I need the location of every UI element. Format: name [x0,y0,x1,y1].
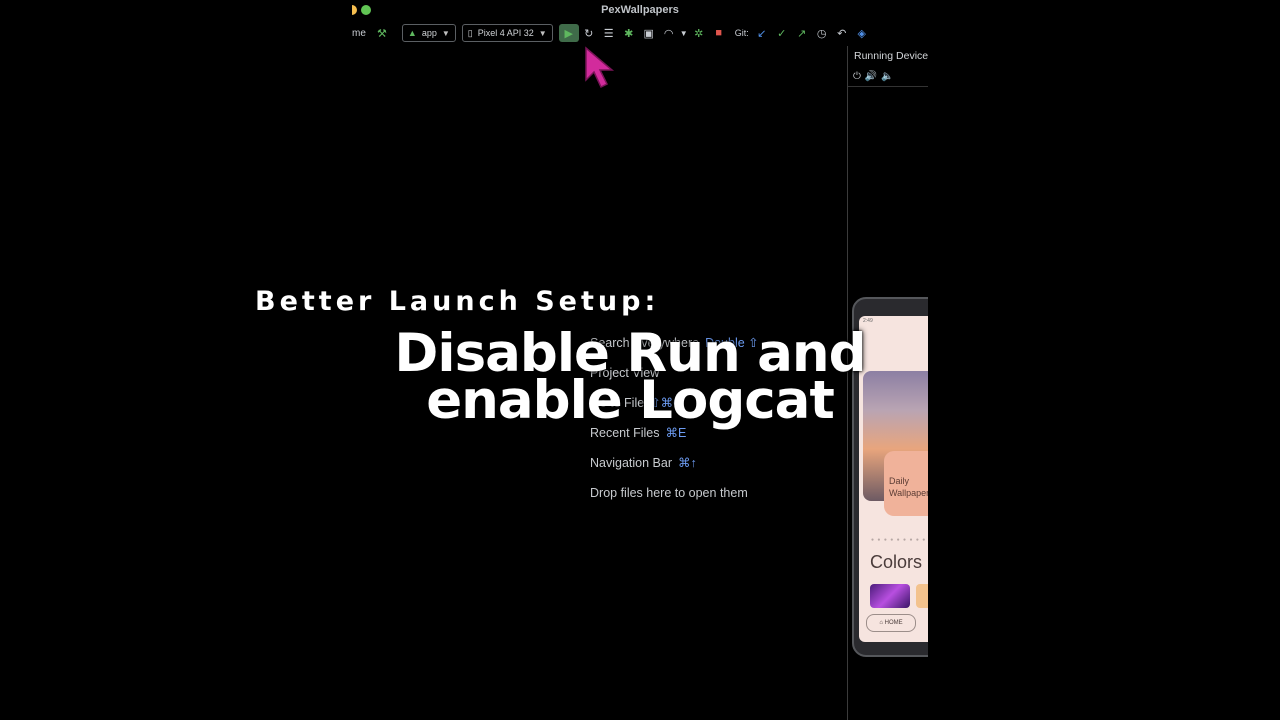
phone-icon: ▯ [467,27,473,38]
color-swatch-purple[interactable] [870,584,910,608]
hint-label: Drop files here to open them [590,486,748,500]
device-controls: ⏻ 🔊 🔈 [848,66,928,87]
running-devices-header: Running Device [854,50,928,62]
main-toolbar: me ⚒ ▲ app ▼ ▯ Pixel 4 API 32 ▼ ▶ ↻ ☰ ✱ … [352,22,928,44]
daily-wallpaper-card[interactable]: Daily Wallpaper [884,451,928,516]
hammer-icon[interactable]: ⚒ [372,24,392,42]
hint-shortcut: ⌘↑ [678,456,697,470]
home-label: HOME [884,620,903,626]
git-label: Git: [734,28,749,38]
device-label: Pixel 4 API 32 [477,28,534,38]
git-commit-icon[interactable]: ✓ [772,24,792,42]
chevron-down-icon: ▼ [538,28,547,38]
carousel-dots: ● ● ● ● ● ● ● ● ● ● [871,537,928,543]
overlay-subtitle: Better Launch Setup: [255,286,660,317]
volume-down-icon[interactable]: 🔈 [881,71,893,82]
title-bar: PexWallpapers [352,0,928,20]
bug-icon[interactable]: ✲ [689,24,709,42]
logcat-icon[interactable]: ☰ [599,24,619,42]
hint-navigation-bar: Navigation Bar ⌘↑ [590,450,759,480]
hint-drop-files: Drop files here to open them [590,480,759,510]
apply-changes-icon[interactable]: ↻ [579,24,599,42]
run-app-icon[interactable]: ▶ [558,24,579,42]
hint-label: Navigation Bar [590,456,672,470]
device-dropdown[interactable]: ▯ Pixel 4 API 32 ▼ [461,24,553,42]
overlay-title-line-2: enable Logcat [426,370,835,431]
maximize-window-button[interactable] [361,5,371,15]
run-config-dropdown[interactable]: ▲ app ▼ [401,24,456,42]
more-chevron-icon[interactable]: ▼ [679,24,689,42]
toolbar-left-fragment[interactable]: me [352,28,366,39]
debug-icon[interactable]: ✱ [619,24,639,42]
attach-debugger-icon[interactable]: ▣ [639,24,659,42]
power-icon[interactable]: ⏻ [853,71,861,82]
home-button[interactable]: ⌂ HOME [866,614,916,632]
stop-icon[interactable]: ■ [709,24,729,42]
run-config-label: app [421,28,437,38]
device-manager-icon[interactable]: ◈ [852,24,872,42]
colors-heading: Colors [870,552,923,572]
android-icon: ▲ [407,28,417,38]
git-history-icon[interactable]: ◷ [812,24,832,42]
volume-up-icon[interactable]: 🔊 [865,71,877,82]
undo-icon[interactable]: ↶ [832,24,852,42]
profiler-icon[interactable]: ◠ [659,24,679,42]
git-update-icon[interactable]: ↙ [752,24,772,42]
chevron-down-icon: ▼ [441,28,450,38]
window-title: PexWallpapers [601,4,679,16]
color-swatch-orange[interactable] [916,584,928,608]
mouse-cursor-icon [585,46,615,89]
git-push-icon[interactable]: ↗ [792,24,812,42]
overlay-title: Disable Run and enable Logcat [290,327,970,431]
minimize-window-button[interactable] [352,5,357,15]
